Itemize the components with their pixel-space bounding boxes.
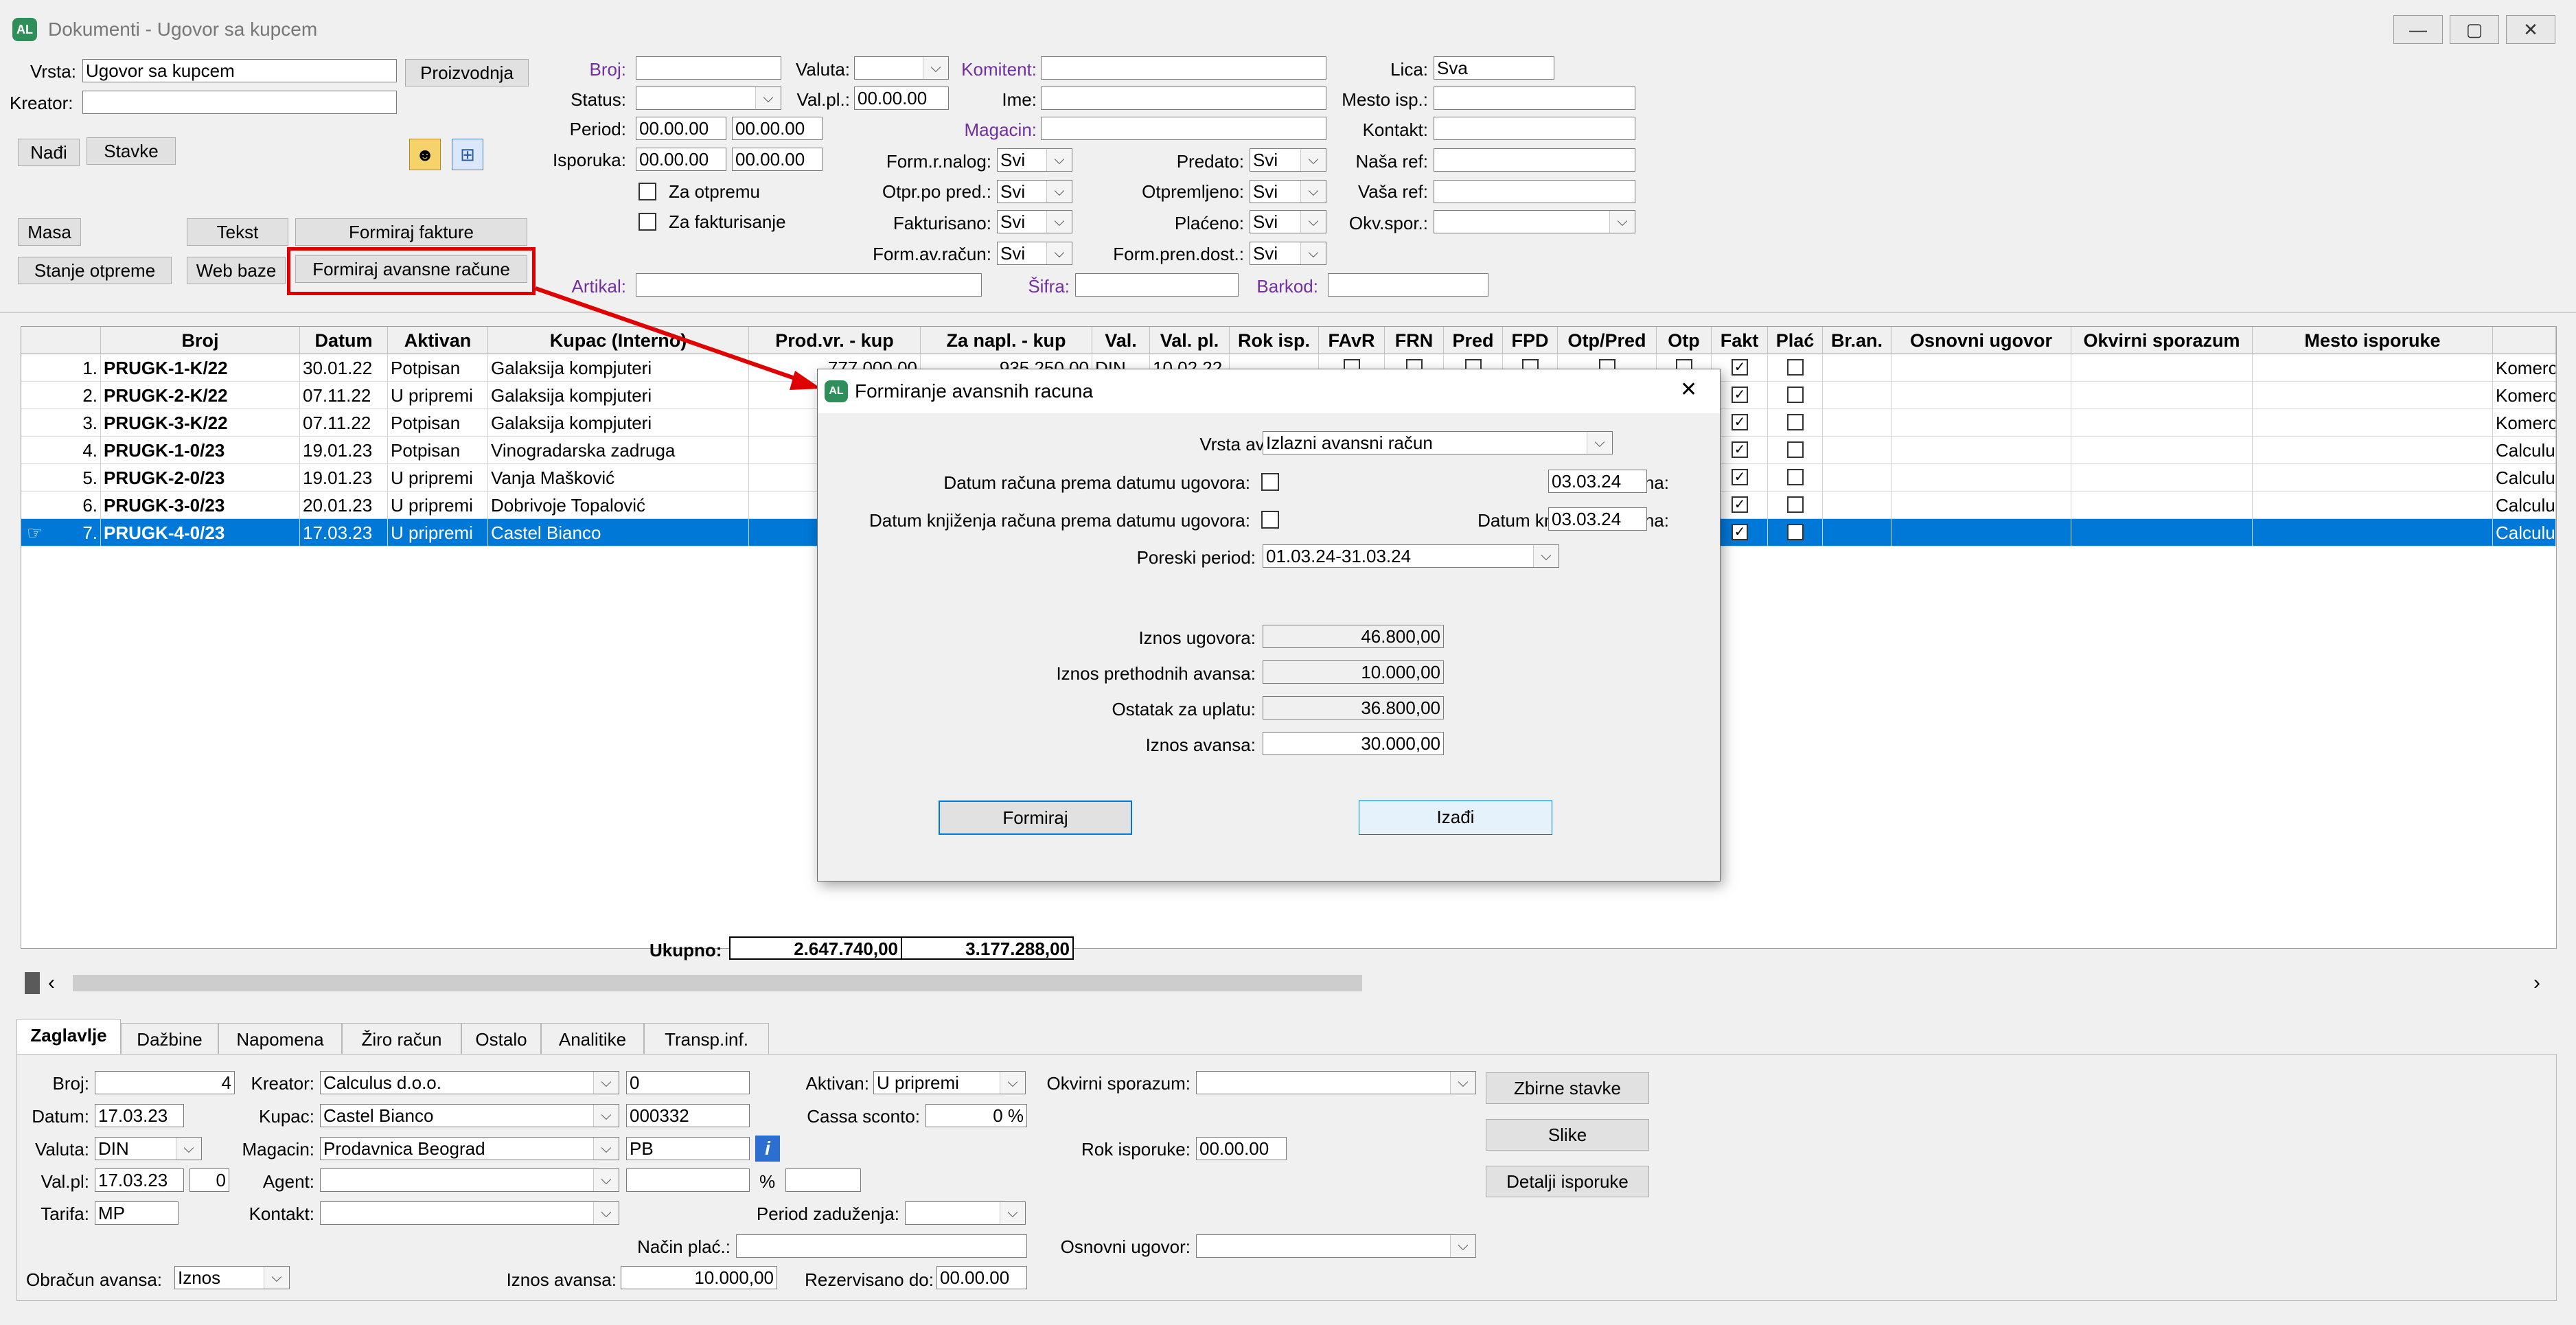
dialog-title: Formiranje avansnih racuna	[855, 380, 1094, 402]
poreski-period-label: Poreski period:	[1136, 547, 1256, 568]
iznos-avansa-field[interactable]: 30.000,00	[1263, 732, 1444, 755]
chevron-down-icon: ⌵	[1587, 432, 1612, 454]
poreski-period-select[interactable]: 01.03.24-31.03.24 ⌵	[1263, 544, 1559, 568]
ostatak-label: Ostatak za uplatu:	[1112, 699, 1256, 719]
iznos-avansa-label: Iznos avansa:	[1145, 735, 1256, 755]
datum-knjiz-prema-checkbox[interactable]	[1261, 511, 1279, 529]
iznos-prethodnih-label: Iznos prethodnih avansa:	[1056, 663, 1256, 684]
datum-knjiz-prema-label: Datum knjiženja računa prema datumu ugov…	[869, 510, 1250, 531]
iznos-prethodnih-field: 10.000,00	[1263, 660, 1444, 684]
datum-knjiz-field[interactable]: 03.03.24	[1548, 507, 1647, 531]
chevron-down-icon: ⌵	[1533, 545, 1559, 567]
dialog-title-bar: AL Formiranje avansnih racuna ✕	[818, 369, 1720, 413]
app-logo-icon: AL	[825, 380, 848, 402]
iznos-ugovora-label: Iznos ugovora:	[1138, 627, 1256, 648]
vrsta-avansnog-select[interactable]: Izlazni avansni račun ⌵	[1263, 431, 1613, 454]
ostatak-field: 36.800,00	[1263, 696, 1444, 719]
formiraj-button[interactable]: Formiraj	[939, 800, 1132, 835]
iznos-ugovora-field: 46.800,00	[1263, 625, 1444, 648]
datum-racuna-field[interactable]: 03.03.24	[1548, 470, 1647, 493]
formiranje-avansnih-dialog: AL Formiranje avansnih racuna ✕ Vrsta av…	[817, 369, 1721, 882]
dialog-close-button[interactable]: ✕	[1680, 380, 1697, 400]
datum-prema-label: Datum računa prema datumu ugovora:	[943, 472, 1250, 493]
datum-prema-checkbox[interactable]	[1261, 473, 1279, 491]
izadji-button[interactable]: Izađi	[1359, 800, 1552, 835]
